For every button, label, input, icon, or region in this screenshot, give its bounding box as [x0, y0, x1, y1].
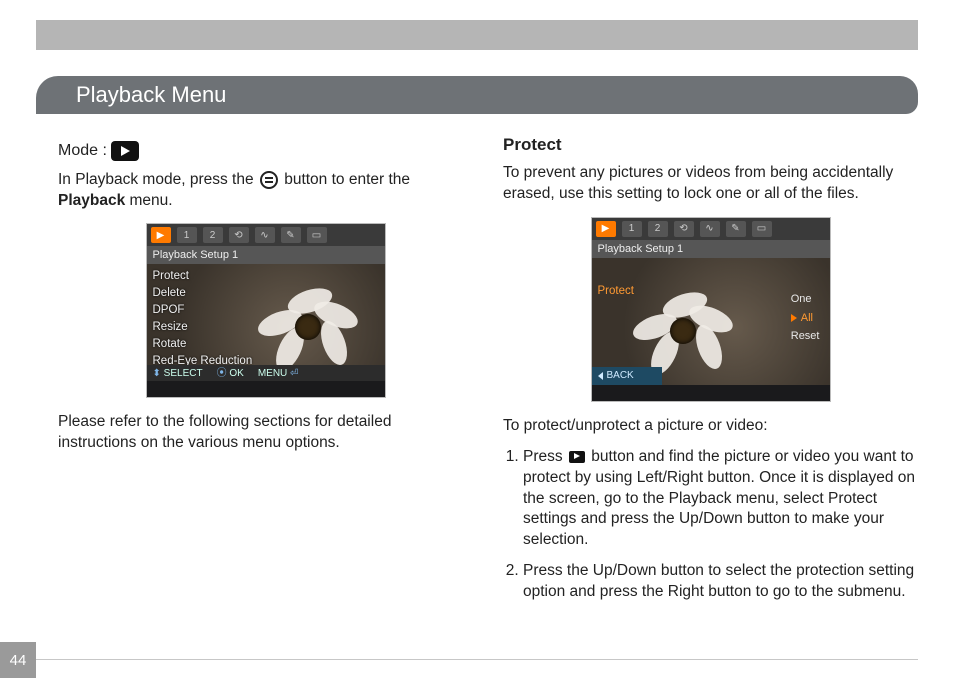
intro-post: button to enter the: [280, 171, 410, 188]
step-2: Press the Up/Down button to select the p…: [523, 561, 918, 603]
tab2-4: ∿: [700, 221, 720, 237]
step1-pre: Press: [523, 448, 567, 465]
menu-button-icon: [260, 171, 278, 189]
tab-3: ⟲: [229, 227, 249, 243]
intro-bold: Playback: [58, 192, 125, 209]
protect-selected-label: Protect: [598, 284, 634, 300]
screenshot2-tabbar: ▶ 1 2 ⟲ ∿ ✎ ▭: [592, 218, 830, 240]
hint-menu: MENU: [258, 368, 287, 379]
left-column: Mode : In Playback mode, press the butto…: [58, 128, 473, 654]
playback-menu-list: Protect Delete DPOF Resize Rotate Red-Ey…: [153, 268, 253, 370]
section-heading-text: Playback Menu: [76, 82, 226, 107]
intro-end: menu.: [125, 192, 172, 209]
tab-2: 2: [203, 227, 223, 243]
protect-steps: Press button and find the picture or vid…: [523, 447, 918, 603]
steps-intro: To protect/unprotect a picture or video:: [503, 416, 918, 437]
screenshot2-subheader: Playback Setup 1: [592, 240, 830, 258]
screenshot-tabbar: ▶ 1 2 ⟲ ∿ ✎ ▭: [147, 224, 385, 246]
right-column: Protect To prevent any pictures or video…: [503, 128, 918, 654]
content-columns: Mode : In Playback mode, press the butto…: [58, 128, 918, 654]
page-number: 44: [0, 642, 36, 678]
protect-options: One All Reset: [791, 288, 820, 349]
protect-intro: To prevent any pictures or videos from b…: [503, 163, 918, 205]
mode-line: Mode :: [58, 140, 473, 162]
tab2-3: ⟲: [674, 221, 694, 237]
protect-option-reset: Reset: [791, 329, 820, 344]
tab2-2: 2: [648, 221, 668, 237]
tab-4: ∿: [255, 227, 275, 243]
intro-paragraph: In Playback mode, press the button to en…: [58, 170, 473, 212]
tab2-playback-icon: ▶: [596, 221, 616, 237]
step1-post: button and find the picture or video you…: [523, 448, 915, 549]
screenshot-body: Protect Delete DPOF Resize Rotate Red-Ey…: [147, 264, 385, 381]
protect-option-one: One: [791, 292, 820, 307]
tab-playback-icon: ▶: [151, 227, 171, 243]
tab-5: ✎: [281, 227, 301, 243]
menu-item-rotate: Rotate: [153, 336, 253, 353]
mode-label: Mode :: [58, 142, 107, 159]
tab-1: 1: [177, 227, 197, 243]
menu-item-dpof: DPOF: [153, 302, 253, 319]
tab2-5: ✎: [726, 221, 746, 237]
manual-page: Playback Menu Mode : In Playback mode, p…: [0, 0, 954, 694]
playback-icon: [111, 141, 139, 161]
camera-screenshot-playback-menu: ▶ 1 2 ⟲ ∿ ✎ ▭ Playback Setup 1 Protect D…: [146, 223, 386, 398]
playback-icon-inline: [569, 451, 585, 463]
protect-option-all: All: [791, 311, 820, 326]
bottom-rule: [36, 659, 918, 660]
screenshot2-body: Protect One All Reset BACK: [592, 258, 830, 385]
refer-paragraph: Please refer to the following sections f…: [58, 412, 473, 454]
intro-pre: In Playback mode, press the: [58, 171, 258, 188]
hint-select: SELECT: [164, 368, 203, 379]
page-number-text: 44: [10, 652, 27, 669]
back-hint: BACK: [592, 367, 662, 385]
top-grey-bar: [36, 20, 918, 50]
menu-item-resize: Resize: [153, 319, 253, 336]
screenshot-footer-hints: ⬍ SELECT ⦿ OK MENU ⏎: [147, 365, 385, 381]
tab2-1: 1: [622, 221, 642, 237]
section-heading: Playback Menu: [58, 76, 918, 114]
step-1: Press button and find the picture or vid…: [523, 447, 918, 552]
tab-6: ▭: [307, 227, 327, 243]
back-label: BACK: [607, 369, 634, 383]
menu-item-protect: Protect: [153, 268, 253, 285]
hint-ok: OK: [229, 368, 243, 379]
protect-heading: Protect: [503, 134, 918, 157]
tab2-6: ▭: [752, 221, 772, 237]
screenshot-subheader: Playback Setup 1: [147, 246, 385, 264]
menu-item-delete: Delete: [153, 285, 253, 302]
camera-screenshot-protect-submenu: ▶ 1 2 ⟲ ∿ ✎ ▭ Playback Setup 1 Protect O…: [591, 217, 831, 402]
